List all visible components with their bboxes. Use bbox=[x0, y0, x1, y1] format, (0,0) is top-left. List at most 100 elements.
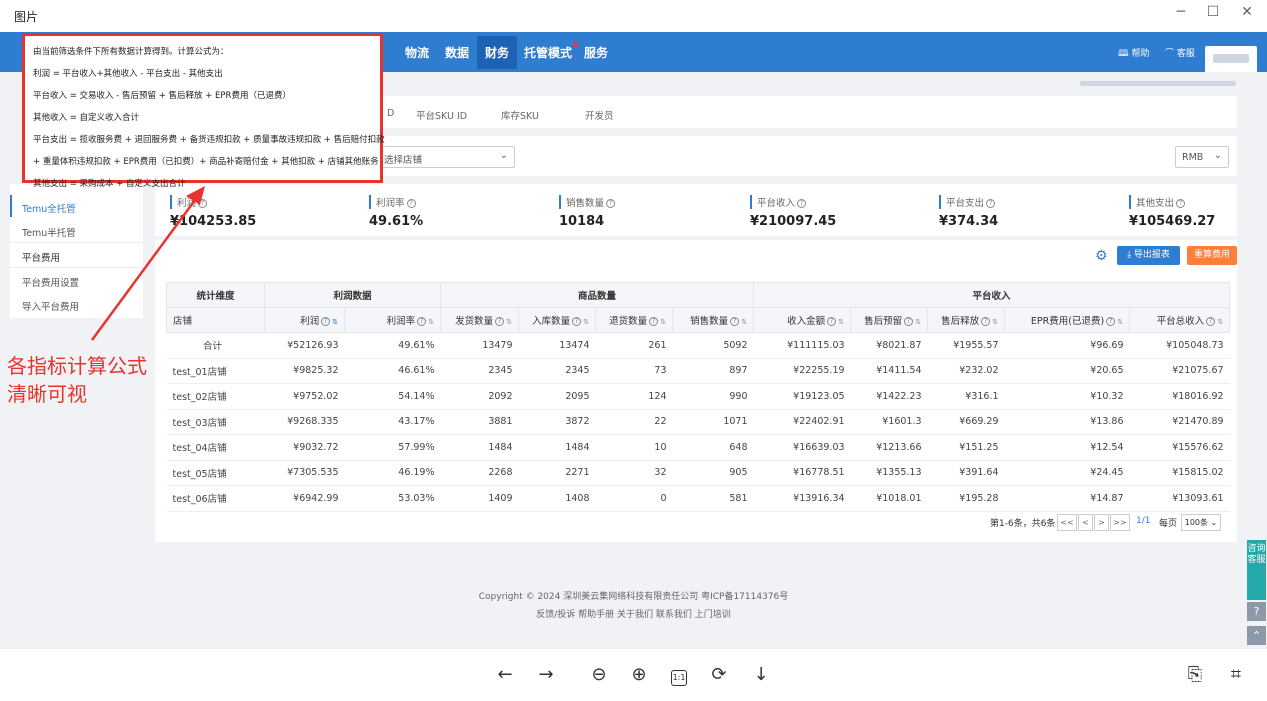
sort-icon[interactable]: ⇅ bbox=[741, 318, 747, 326]
store-select[interactable]: 选择店铺 ⌄ bbox=[377, 146, 515, 168]
table-cell: 3872 bbox=[518, 409, 596, 435]
filter-tab-platform-sku[interactable]: 平台SKU ID bbox=[416, 108, 467, 122]
currency-select[interactable]: RMB ⌄ bbox=[1175, 146, 1229, 168]
support-link[interactable]: ⌒ 客服 bbox=[1165, 46, 1195, 59]
help-icon[interactable]: ? bbox=[649, 317, 659, 326]
help-icon[interactable]: ? bbox=[321, 317, 331, 326]
column-header[interactable]: 销售数量? ⇅ bbox=[672, 307, 755, 333]
recalc-fees-button[interactable]: 重算费用 bbox=[1187, 246, 1237, 265]
maximize-icon[interactable]: ☐ bbox=[1198, 4, 1228, 20]
help-icon[interactable]: ? bbox=[730, 317, 740, 326]
close-icon[interactable]: ✕ bbox=[1232, 4, 1262, 20]
column-header[interactable]: 退货数量? ⇅ bbox=[595, 307, 674, 333]
table-cell: 10 bbox=[595, 434, 673, 461]
help-icon[interactable]: ? bbox=[572, 317, 582, 326]
table-cell: ¥1601.3 bbox=[850, 409, 928, 435]
help-icon[interactable]: ? bbox=[1176, 199, 1186, 208]
footer-link-contact[interactable]: 联系我们 bbox=[656, 610, 692, 620]
footer-link-training[interactable]: 上门培训 bbox=[695, 610, 731, 620]
arrow-right-icon[interactable]: → bbox=[533, 664, 559, 685]
first-page-button[interactable]: << bbox=[1057, 514, 1077, 531]
menu-temu-full[interactable]: Temu全托管 bbox=[22, 201, 76, 215]
prev-page-button[interactable]: < bbox=[1078, 514, 1093, 531]
next-page-button[interactable]: > bbox=[1094, 514, 1109, 531]
column-header[interactable]: 入库数量? ⇅ bbox=[518, 307, 597, 333]
column-header[interactable]: 利润率? ⇅ bbox=[343, 307, 442, 333]
nav-hosting[interactable]: 托管模式 bbox=[524, 42, 579, 61]
column-header[interactable]: 发货数量? ⇅ bbox=[440, 307, 520, 333]
sort-icon[interactable]: ⇅ bbox=[332, 318, 338, 326]
column-header[interactable]: 收入金额? ⇅ bbox=[753, 307, 852, 333]
sort-icon[interactable]: ⇅ bbox=[506, 318, 512, 326]
gear-icon[interactable]: ⚙ bbox=[1095, 248, 1108, 264]
sort-icon[interactable]: ⇅ bbox=[915, 318, 921, 326]
footer-link-about[interactable]: 关于我们 bbox=[617, 610, 653, 620]
table-cell: ¥10.32 bbox=[1004, 383, 1130, 410]
consult-support-tab[interactable]: 咨询客服 bbox=[1247, 540, 1266, 600]
help-icon[interactable]: ? bbox=[986, 199, 996, 208]
help-icon[interactable]: ? bbox=[797, 199, 807, 208]
zoom-in-icon[interactable]: ⊕ bbox=[626, 664, 652, 685]
scroll-top-icon[interactable]: ⌃ bbox=[1247, 626, 1266, 645]
help-icon[interactable]: ? bbox=[417, 317, 427, 326]
rotate-icon[interactable]: ⟳ bbox=[706, 664, 732, 685]
table-cell: ¥16778.51 bbox=[753, 460, 851, 486]
text-recognition-icon[interactable]: ⌗ bbox=[1223, 664, 1249, 685]
sort-icon[interactable]: ⇅ bbox=[583, 318, 589, 326]
table-cell: 1071 bbox=[672, 409, 754, 435]
zoom-out-icon[interactable]: ⊖ bbox=[586, 664, 612, 685]
translate-icon[interactable]: ⎘ bbox=[1182, 664, 1208, 685]
help-icon[interactable]: ? bbox=[827, 317, 837, 326]
column-header[interactable]: EPR费用(已退费)? ⇅ bbox=[1004, 307, 1131, 333]
actual-size-icon[interactable]: 1:1 bbox=[666, 664, 692, 686]
nav-service[interactable]: 服务 bbox=[584, 44, 608, 61]
footer-link-feedback[interactable]: 反馈/投诉 bbox=[536, 610, 575, 620]
help-icon[interactable]: ? bbox=[606, 199, 616, 208]
filter-tab-developer[interactable]: 开发员 bbox=[585, 108, 614, 122]
column-header[interactable]: 平台总收入? ⇅ bbox=[1129, 307, 1231, 333]
per-page-select[interactable]: 100条 ⌄ bbox=[1181, 514, 1221, 531]
sort-icon[interactable]: ⇅ bbox=[838, 318, 844, 326]
kpi-sales-qty: 销售数量? 10184 bbox=[559, 195, 616, 229]
sort-icon[interactable]: ⇅ bbox=[1217, 318, 1223, 326]
column-header[interactable]: 利润? ⇅ bbox=[264, 307, 345, 333]
arrow-left-icon[interactable]: ← bbox=[492, 664, 518, 685]
sort-icon[interactable]: ⇅ bbox=[660, 318, 666, 326]
sort-icon[interactable]: ⇅ bbox=[992, 318, 998, 326]
column-header[interactable]: 售后释放? ⇅ bbox=[927, 307, 1006, 333]
help-icon[interactable]: ? bbox=[1206, 317, 1216, 326]
download-icon[interactable]: ↓ bbox=[748, 664, 774, 685]
menu-import-fees[interactable]: 导入平台费用 bbox=[22, 299, 79, 313]
help-icon[interactable]: ? bbox=[495, 317, 505, 326]
menu-fee-settings[interactable]: 平台费用设置 bbox=[22, 275, 79, 289]
book-icon: 🕮 bbox=[1118, 49, 1132, 59]
column-header[interactable]: 售后预留? ⇅ bbox=[850, 307, 929, 333]
footer-link-manual[interactable]: 帮助手册 bbox=[578, 610, 614, 620]
table-cell: ¥391.64 bbox=[927, 460, 1005, 486]
filter-tab-id[interactable]: D bbox=[387, 108, 394, 119]
export-label: 导出报表 bbox=[1133, 250, 1170, 260]
nav-logistics[interactable]: 物流 bbox=[405, 44, 429, 61]
last-page-button[interactable]: >> bbox=[1110, 514, 1130, 531]
export-report-button[interactable]: ⤓ 导出报表 bbox=[1117, 246, 1180, 265]
menu-temu-semi[interactable]: Temu半托管 bbox=[22, 225, 76, 239]
filter-tab-stock-sku[interactable]: 库存SKU bbox=[501, 108, 539, 122]
user-avatar[interactable] bbox=[1205, 46, 1257, 72]
sort-icon[interactable]: ⇅ bbox=[1117, 318, 1123, 326]
question-icon[interactable]: ? bbox=[1247, 602, 1266, 621]
help-icon[interactable]: ? bbox=[406, 199, 416, 208]
blurred-username bbox=[1213, 54, 1249, 63]
help-link[interactable]: 🕮 帮助 bbox=[1118, 46, 1150, 62]
nav-finance[interactable]: 财务 bbox=[477, 36, 518, 69]
help-icon[interactable]: ? bbox=[904, 317, 914, 326]
tooltip-line: + 重量体积违规扣款 + EPR费用（已扣费）+ 商品补寄赔付金 + 其他扣款 … bbox=[33, 157, 379, 167]
kpi-other-expense: 其他支出? ¥105469.27 bbox=[1129, 195, 1215, 229]
table-cell: ¥669.29 bbox=[927, 409, 1005, 435]
help-icon[interactable]: ? bbox=[1106, 317, 1116, 326]
help-icon[interactable]: ? bbox=[981, 317, 991, 326]
help-icon[interactable]: ? bbox=[198, 199, 208, 208]
table-cell: 2095 bbox=[518, 383, 596, 410]
sort-icon[interactable]: ⇅ bbox=[428, 318, 434, 326]
minimize-icon[interactable]: ─ bbox=[1166, 4, 1196, 20]
nav-data[interactable]: 数据 bbox=[445, 44, 469, 61]
